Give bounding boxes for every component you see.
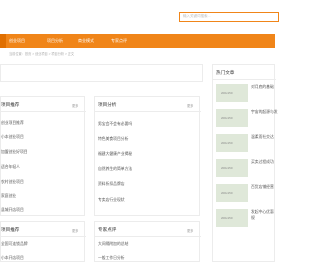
thumbnail[interactable]: 200x150 [216, 184, 248, 202]
panel-recommend-2: 项目推荐 更多 全国可连锁品牌 小本开店项目 [0, 221, 86, 262]
hot-item-title[interactable]: 发起中心优惠 [251, 210, 274, 215]
list-item[interactable]: 农村创业项目 [1, 180, 24, 185]
list-item[interactable]: 大间隔附加的总结 [98, 242, 128, 247]
more-link[interactable]: 更多 [187, 228, 193, 233]
nav-item-4[interactable]: 专家点评 [111, 34, 127, 48]
content-banner [0, 64, 203, 82]
thumbnail[interactable]: 200x150 [216, 109, 248, 127]
list-item[interactable]: 自然养生的简单方法 [98, 167, 132, 172]
list-item[interactable]: 适合年轻人 [1, 165, 20, 170]
list-item[interactable]: 福建大健康产业揭秘 [98, 152, 132, 157]
list-item[interactable]: 家庭创业 [1, 194, 16, 199]
more-link[interactable]: 更多 [187, 103, 193, 108]
panel-analysis: 项目分析 更多 男宝会不会有必要吗 特色美食项目分析 福建大健康产业揭秘 自然养… [94, 96, 201, 216]
more-link[interactable]: 更多 [72, 228, 78, 233]
divider [95, 111, 201, 112]
hot-item-title-line2[interactable]: 规 [251, 216, 255, 221]
panel-title: 项目推荐 [1, 227, 20, 232]
list-item[interactable]: 小本创业项目 [1, 135, 24, 140]
divider [213, 79, 276, 80]
divider [95, 236, 201, 237]
panel-title: 专家点评 [98, 227, 117, 232]
list-item[interactable]: 小本开店项目 [1, 256, 24, 261]
list-item[interactable]: 资料折扣品牌店 [98, 182, 125, 187]
thumbnail[interactable]: 200x150 [216, 134, 248, 152]
sidebar-title: 热门文章 [216, 70, 235, 75]
list-item[interactable]: 创业项目推荐 [1, 121, 24, 126]
hot-item-title[interactable]: 百货店铺经营 [251, 185, 274, 190]
hot-item-title[interactable]: 对月底的基础 [251, 85, 274, 90]
divider [1, 111, 86, 112]
divider [1, 236, 86, 237]
panel-expert: 专家点评 更多 大间隔附加的总结 一般工作日分析 [94, 221, 201, 262]
list-item[interactable]: 男宝会不会有必要吗 [98, 122, 132, 127]
hot-item-title[interactable]: 买卖过程成功 [251, 160, 274, 165]
list-item[interactable]: 专卖店行业现状 [98, 198, 125, 203]
thumbnail[interactable]: 200x150 [216, 159, 248, 177]
nav-item-home[interactable] [0, 34, 6, 48]
main-nav: 创业项目 项目分析 商业模式 专家点评 [0, 34, 275, 48]
panel-title: 项目分析 [98, 102, 117, 107]
more-link[interactable]: 更多 [72, 103, 78, 108]
hot-item-title[interactable]: 温柔而社交达 [251, 135, 274, 140]
list-item[interactable]: 特色美食项目分析 [98, 137, 128, 142]
search-placeholder: 输入关键词搜索... [183, 14, 211, 18]
sidebar-hot: 热门文章 200x150 对月底的基础 200x150 宇宙的起源与发 200x… [212, 64, 278, 262]
hot-item-title[interactable]: 宇宙的起源与发 [251, 110, 278, 115]
list-item[interactable]: 一般工作日分析 [98, 256, 125, 261]
list-item[interactable]: 加盟创业好项目 [1, 150, 28, 155]
top-header: 输入关键词搜索... [0, 0, 279, 34]
panel-recommend: 项目推荐 更多 创业项目推荐 小本创业项目 加盟创业好项目 适合年轻人 农村创业… [0, 96, 86, 216]
list-item[interactable]: 县城开店项目 [1, 208, 24, 213]
search-input[interactable]: 输入关键词搜索... [179, 12, 279, 22]
panel-title: 项目推荐 [1, 102, 20, 107]
list-item[interactable]: 全国可连锁品牌 [1, 242, 28, 247]
nav-item-2[interactable]: 项目分析 [47, 34, 63, 48]
thumbnail[interactable]: 200x150 [216, 84, 248, 102]
nav-item-1[interactable]: 创业项目 [9, 34, 25, 48]
breadcrumb: 当前位置：首页 > 创业项目 > 项目分析 > 正文 [9, 52, 75, 56]
thumbnail[interactable]: 200x150 [216, 209, 248, 227]
nav-item-3[interactable]: 商业模式 [78, 34, 94, 48]
